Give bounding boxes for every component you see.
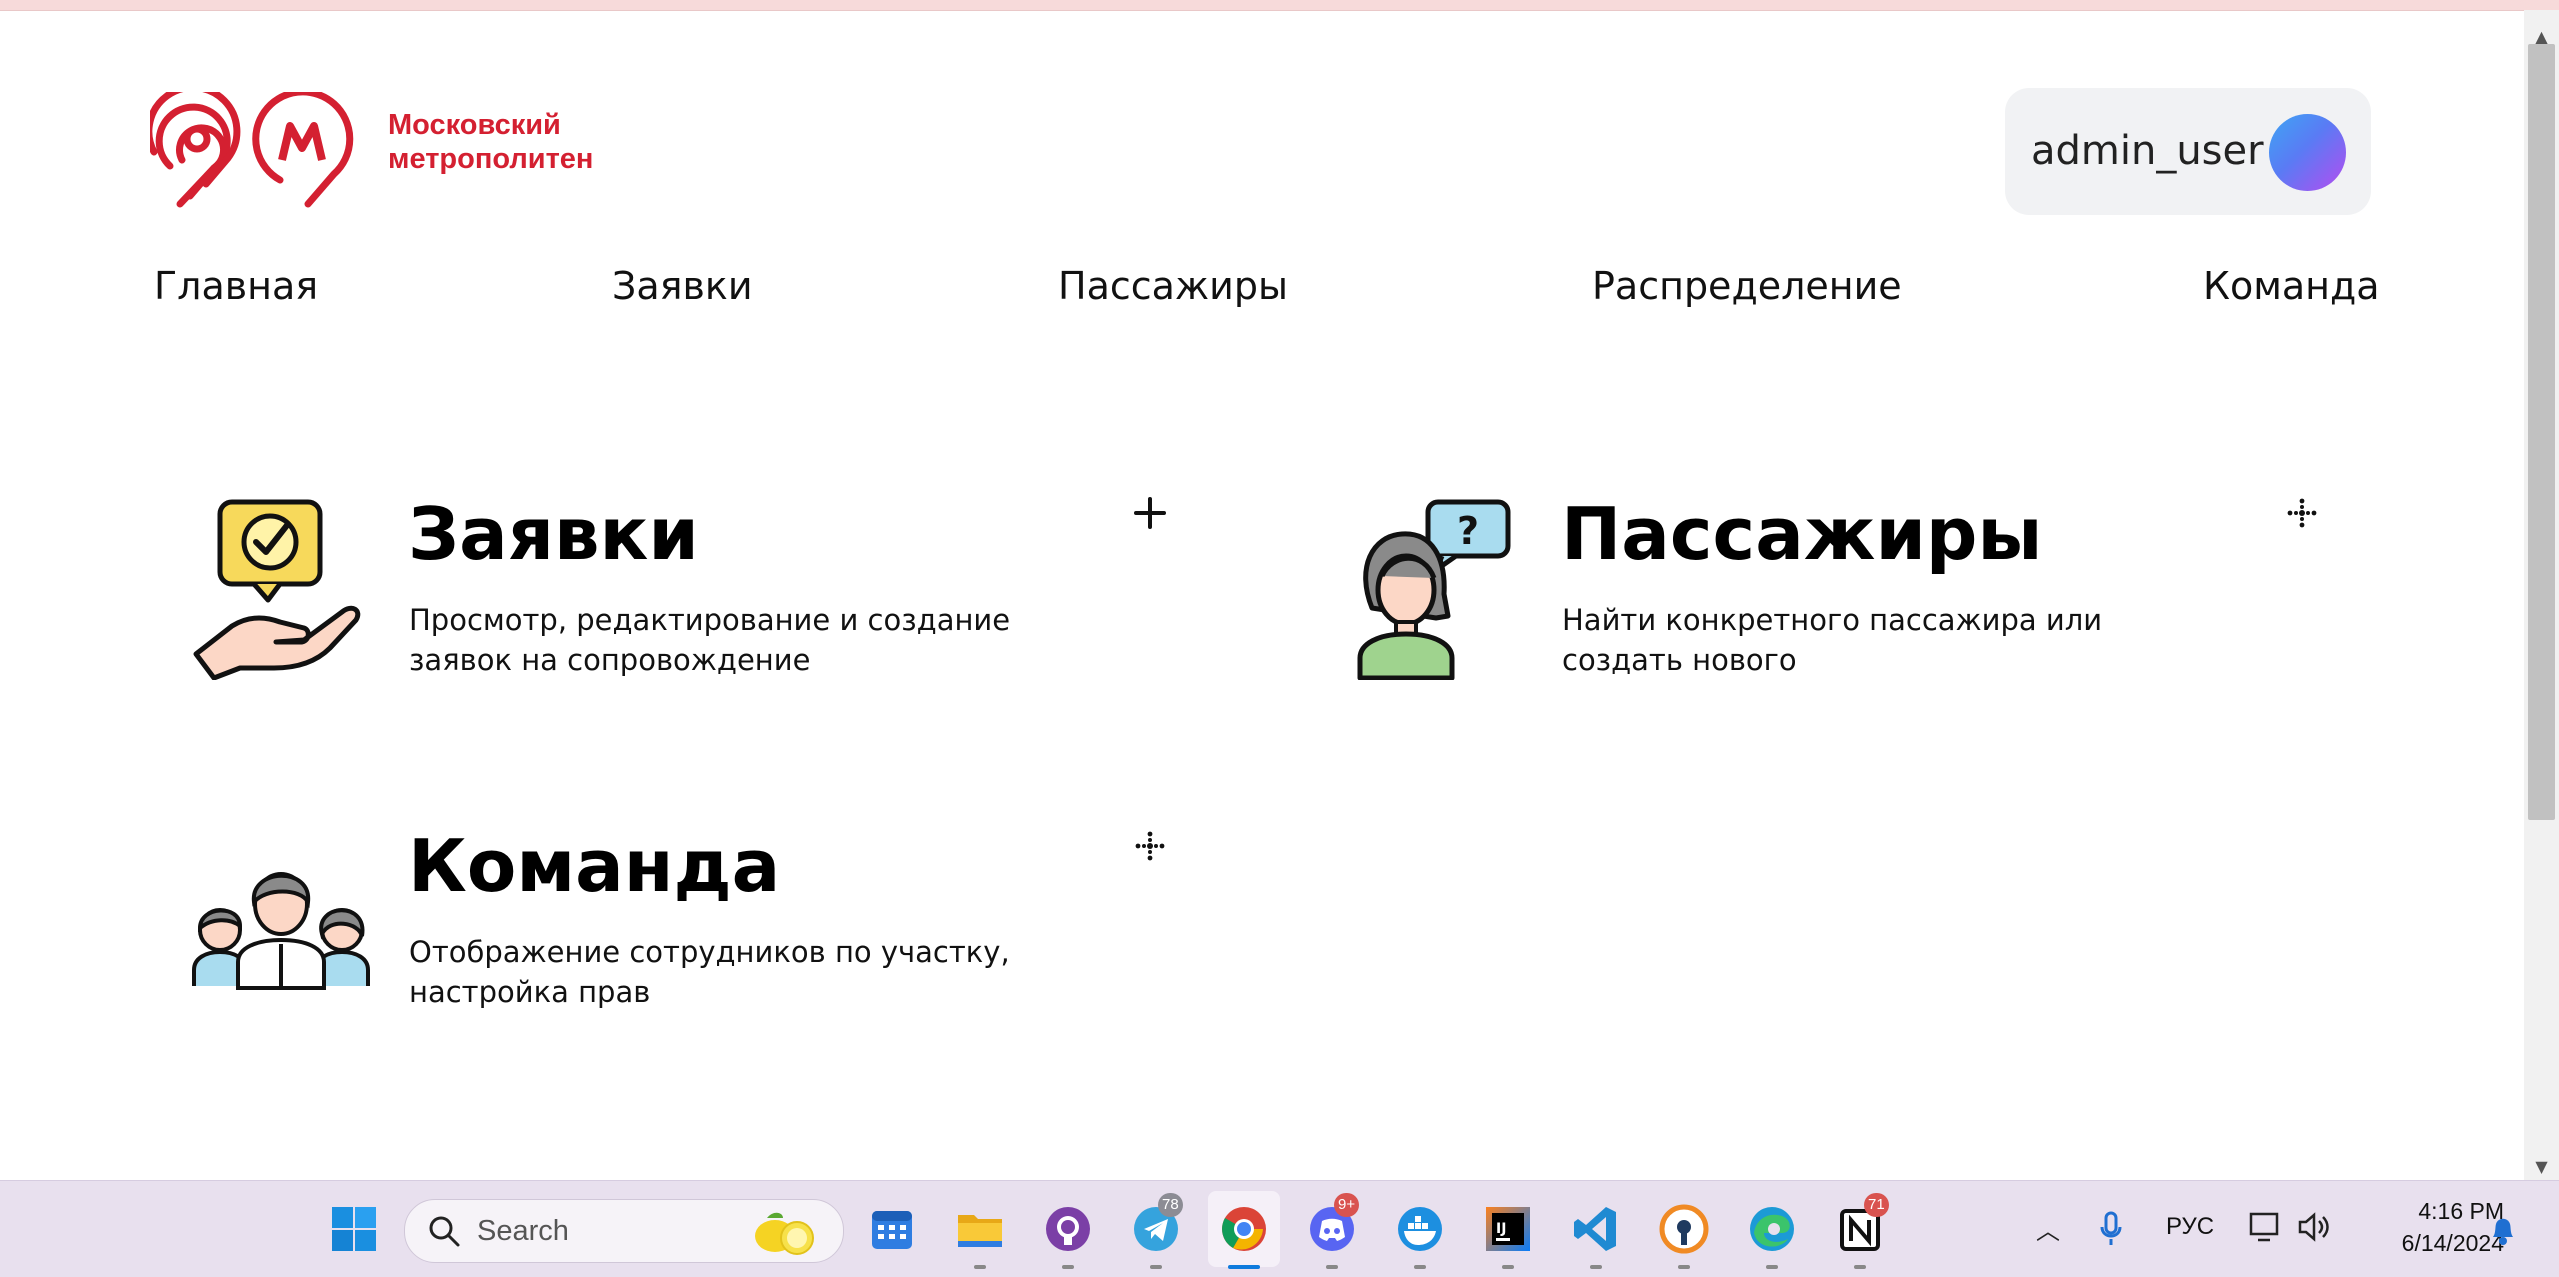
telegram-icon[interactable]: 78 — [1130, 1193, 1183, 1255]
app-running-indicator — [1062, 1265, 1074, 1269]
card-desc-passengers: Найти конкретного пассажира или создать … — [1562, 603, 2103, 677]
metro-logo[interactable]: Московский метрополитен — [145, 83, 610, 212]
app-running-indicator — [1326, 1265, 1338, 1269]
discord-icon[interactable]: 9+ — [1306, 1193, 1360, 1255]
logo-text-line2: метрополитен — [388, 143, 594, 175]
scrollbar-thumb[interactable] — [2528, 44, 2555, 820]
logo-text-line1: Московский — [388, 109, 561, 141]
language-indicator[interactable]: РУС — [2166, 1213, 2214, 1241]
nav-item-home[interactable]: Главная — [154, 258, 318, 314]
docker-icon[interactable] — [1394, 1203, 1446, 1255]
app-running-indicator — [1590, 1265, 1602, 1269]
vpn-client-icon[interactable] — [1658, 1203, 1710, 1255]
windows-start-icon[interactable] — [328, 1203, 380, 1255]
edge-icon[interactable] — [1746, 1203, 1798, 1255]
notion-badge: 71 — [1864, 1193, 1889, 1217]
lemons-icon — [755, 1212, 814, 1255]
passenger-question-illustration-icon: ? — [1352, 498, 1512, 684]
nav-item-requests[interactable]: Заявки — [612, 258, 753, 314]
windows-taskbar: Search 78 9+ IJ 71 ︿ РУС 4:16 PM 6/14/20… — [0, 1180, 2559, 1277]
browser-top-strip — [0, 0, 2559, 11]
notification-bell-icon[interactable] — [2488, 1213, 2518, 1247]
card-title-passengers[interactable]: Пассажиры — [1561, 492, 2043, 576]
scroll-down-icon[interactable]: ▼ — [2524, 1154, 2559, 1180]
app-running-indicator — [1150, 1265, 1162, 1269]
volume-icon[interactable] — [2296, 1211, 2332, 1243]
team-illustration-icon — [190, 852, 372, 996]
app-running-indicator — [1766, 1265, 1778, 1269]
nav-item-passengers[interactable]: Пассажиры — [1058, 258, 1288, 314]
user-menu[interactable]: admin_user — [2005, 88, 2371, 215]
vscode-icon[interactable] — [1570, 1203, 1622, 1255]
drag-move-icon[interactable] — [1130, 826, 1170, 866]
nav-item-team[interactable]: Команда — [2203, 258, 2380, 314]
file-explorer-icon[interactable] — [954, 1203, 1006, 1255]
search-placeholder: Search — [477, 1215, 569, 1247]
app-running-indicator — [1414, 1265, 1426, 1269]
calendar-app-icon[interactable] — [866, 1203, 918, 1255]
discord-badge: 9+ — [1334, 1193, 1360, 1217]
app-running-indicator — [1678, 1265, 1690, 1269]
clock-date: 6/14/2024 — [2401, 1230, 2504, 1256]
clock[interactable]: 4:16 PM 6/14/2024 — [2376, 1195, 2504, 1259]
card-desc-team: Отображение сотрудников по участку, наст… — [409, 935, 1010, 1009]
drag-move-icon[interactable] — [2282, 493, 2322, 533]
card-title-requests[interactable]: Заявки — [408, 492, 699, 576]
taskbar-search[interactable]: Search — [404, 1199, 844, 1263]
request-hand-illustration-icon — [192, 496, 372, 684]
vertical-scrollbar[interactable]: ▲ ▼ — [2524, 10, 2559, 1180]
microphone-icon[interactable] — [2098, 1209, 2124, 1249]
network-icon[interactable] — [2248, 1211, 2284, 1243]
search-icon — [429, 1216, 460, 1247]
telegram-badge: 78 — [1158, 1193, 1183, 1217]
app-running-indicator — [974, 1265, 986, 1269]
avatar[interactable] — [2269, 114, 2346, 191]
show-hidden-icons-icon[interactable]: ︿ — [2036, 1211, 2060, 1246]
card-desc-requests: Просмотр, редактирование и создание заяв… — [409, 603, 1011, 677]
plus-icon[interactable] — [1130, 493, 1170, 533]
notion-icon[interactable]: 71 — [1834, 1193, 1889, 1255]
svg-text:?: ? — [1457, 509, 1479, 553]
app-running-indicator — [1502, 1265, 1514, 1269]
active-app-indicator — [1228, 1265, 1260, 1269]
svg-text:IJ: IJ — [1496, 1221, 1506, 1237]
nav-item-distribution[interactable]: Распределение — [1592, 258, 1902, 314]
github-desktop-icon[interactable] — [1042, 1203, 1094, 1255]
app-running-indicator — [1854, 1265, 1866, 1269]
clock-time: 4:16 PM — [2418, 1198, 2504, 1224]
card-title-team[interactable]: Команда — [408, 824, 780, 908]
metro-emblem-icon — [145, 83, 354, 208]
logo-text: Московский метрополитен — [388, 108, 593, 176]
intellij-idea-icon[interactable]: IJ — [1482, 1203, 1534, 1255]
username: admin_user — [2031, 128, 2264, 174]
chrome-icon[interactable] — [1218, 1203, 1270, 1255]
